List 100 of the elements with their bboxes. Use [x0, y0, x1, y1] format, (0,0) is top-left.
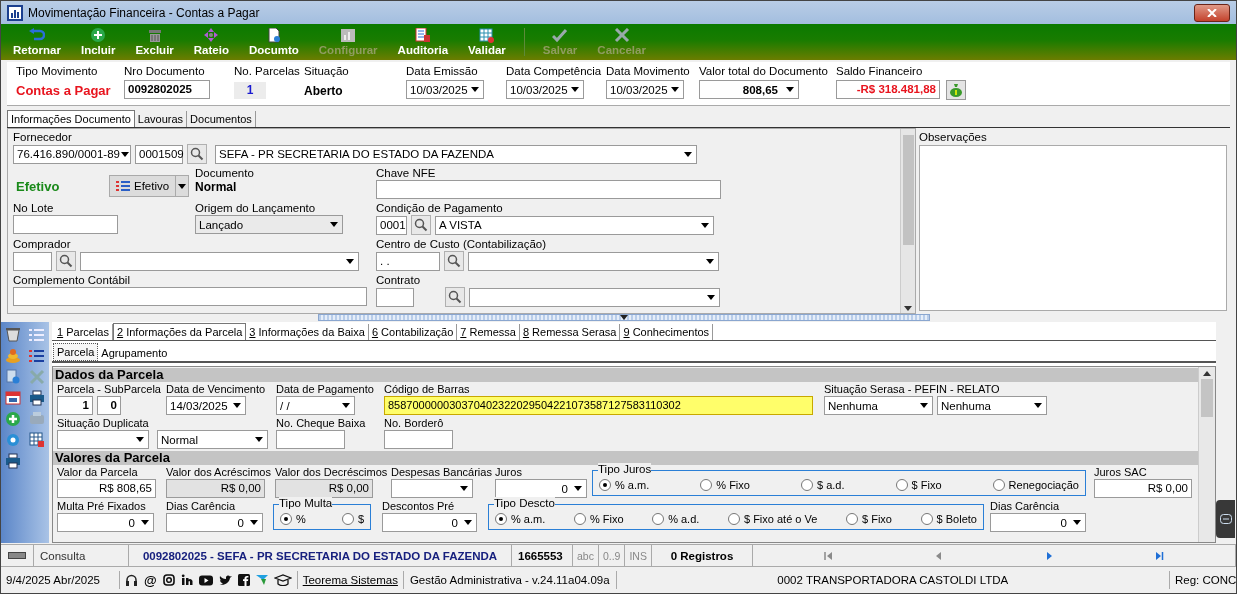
- input-field[interactable]: 0001: [376, 215, 407, 235]
- tab[interactable]: 7 Remessa: [457, 324, 520, 340]
- input-field[interactable]: [13, 251, 52, 271]
- radio-button[interactable]: % Fixo: [700, 479, 750, 491]
- field-label: Contrato: [376, 274, 422, 287]
- input-field[interactable]: [376, 287, 414, 307]
- input-field[interactable]: [276, 430, 345, 449]
- dropdown[interactable]: 10/03/2025: [506, 80, 584, 99]
- search-button[interactable]: [411, 215, 431, 235]
- dropdown[interactable]: 10/03/2025: [606, 80, 684, 99]
- side-button[interactable]: [28, 389, 46, 407]
- search-button[interactable]: [445, 287, 465, 307]
- status-button[interactable]: Efetivo: [109, 175, 177, 197]
- splitter-handle[interactable]: [318, 314, 930, 321]
- dropdown[interactable]: Lançado: [195, 215, 343, 234]
- dropdown[interactable]: [57, 430, 149, 449]
- radio-button[interactable]: % a.m.: [495, 513, 546, 525]
- input-field[interactable]: . .: [376, 251, 440, 271]
- link[interactable]: Teorema Sistemas: [297, 571, 404, 589]
- scrollbar-thumb[interactable]: [902, 135, 914, 245]
- radio-button[interactable]: % Fixo: [573, 513, 624, 525]
- toolbar-button[interactable]: Documto: [240, 24, 307, 60]
- scrollbar-thumb[interactable]: [1201, 379, 1213, 417]
- dropdown[interactable]: 0: [990, 513, 1086, 532]
- radio-button[interactable]: $ Fixo: [846, 513, 892, 525]
- input-field[interactable]: R$ 0,00: [1094, 479, 1192, 498]
- caret-icon: [920, 403, 928, 408]
- dropdown[interactable]: 14/03/2025: [166, 396, 246, 415]
- dropdown[interactable]: 0: [57, 513, 154, 532]
- side-button[interactable]: [4, 326, 22, 344]
- contact-link[interactable]: @: [144, 572, 157, 588]
- dropdown[interactable]: Normal: [157, 430, 268, 449]
- input-field[interactable]: [13, 287, 367, 306]
- dropdown[interactable]: 808,65: [699, 80, 799, 99]
- grid-icon: [29, 432, 45, 448]
- input-field[interactable]: 1: [57, 396, 93, 415]
- dropdown[interactable]: [391, 479, 473, 498]
- dropdown[interactable]: 0: [166, 513, 263, 532]
- scrollbar[interactable]: [1198, 367, 1215, 542]
- tab[interactable]: Documentos: [187, 111, 256, 127]
- dropdown[interactable]: [80, 251, 359, 271]
- toolbar-button[interactable]: Excluir: [127, 24, 182, 60]
- tab[interactable]: Parcela: [53, 343, 99, 361]
- dropdown[interactable]: 10/03/2025: [406, 80, 484, 99]
- toolbar-button[interactable]: Rateio: [185, 24, 237, 60]
- radio-button[interactable]: Renegociação: [992, 479, 1079, 491]
- dropdown[interactable]: SEFA - PR SECRETARIA DO ESTADO DA FAZENDA: [215, 144, 697, 164]
- input-field[interactable]: R$ 808,65: [57, 479, 156, 498]
- field-label: Condição de Pagamento: [376, 202, 504, 215]
- radio-button[interactable]: % a.m.: [599, 479, 650, 491]
- tab[interactable]: 1 Parcelas: [54, 324, 113, 340]
- side-button[interactable]: [4, 452, 22, 470]
- toolbar-button[interactable]: Retornar: [5, 24, 69, 60]
- input-field[interactable]: 858700000030370402322029504221073587127583110302: [384, 396, 813, 415]
- side-button[interactable]: [4, 389, 22, 407]
- dropdown[interactable]: A VISTA: [435, 215, 714, 235]
- close-button[interactable]: [1194, 3, 1230, 22]
- tab[interactable]: Informações Documento: [7, 110, 135, 127]
- dropdown[interactable]: Nenhuma: [824, 396, 933, 415]
- input-field[interactable]: [384, 430, 453, 449]
- radio-button[interactable]: $ Fixo até o Ve: [727, 513, 818, 525]
- tab[interactable]: Agrupamento: [98, 345, 171, 361]
- dropdown[interactable]: 0: [382, 513, 477, 532]
- dropdown[interactable]: 76.416.890/0001-89: [13, 144, 131, 164]
- field-label: Data de Vencimento: [166, 383, 267, 396]
- search-button[interactable]: [187, 144, 207, 164]
- toolbar-button[interactable]: Validar: [460, 24, 514, 60]
- tab[interactable]: 3 Informações da Baixa: [246, 324, 369, 340]
- radio-button[interactable]: $ Fixo: [895, 479, 942, 491]
- field-label: Dias Carência: [166, 500, 237, 513]
- input-field[interactable]: 0092802025: [124, 80, 210, 99]
- toolbar-button[interactable]: Incluir: [72, 24, 124, 60]
- dropdown-button[interactable]: [176, 175, 190, 197]
- dropdown[interactable]: [469, 287, 720, 307]
- search-button[interactable]: [56, 251, 76, 271]
- input-field[interactable]: [376, 180, 721, 199]
- input-field[interactable]: [13, 215, 118, 234]
- tab[interactable]: 9 Conhecimentos: [620, 324, 714, 340]
- radio-button[interactable]: %: [280, 513, 306, 525]
- dropdown[interactable]: 0: [495, 479, 587, 498]
- side-button[interactable]: [28, 347, 46, 365]
- version-text: Gestão Administrativa - v.24.11a04.09a: [403, 571, 617, 589]
- radio-button[interactable]: $ Boleto: [920, 513, 977, 525]
- dropdown[interactable]: [468, 251, 719, 271]
- tab[interactable]: 2 Informações da Parcela: [113, 323, 247, 340]
- tab[interactable]: 8 Remessa Serasa: [519, 324, 621, 340]
- toolbar-button[interactable]: Auditoria: [389, 24, 457, 60]
- balance-button[interactable]: [946, 80, 966, 100]
- scrollbar[interactable]: [900, 129, 915, 313]
- dropdown[interactable]: Nenhuma: [937, 396, 1047, 415]
- radio-button[interactable]: % a.d.: [652, 513, 700, 525]
- input-field[interactable]: 0001509: [135, 144, 183, 164]
- side-button[interactable]: [28, 431, 46, 449]
- tab[interactable]: Lavouras: [134, 111, 188, 127]
- input-field[interactable]: 0: [97, 396, 121, 415]
- radio-button[interactable]: $ a.d.: [801, 479, 845, 491]
- side-tab[interactable]: [1216, 500, 1235, 538]
- dropdown[interactable]: / /: [276, 396, 355, 415]
- search-button[interactable]: [444, 251, 464, 271]
- tab[interactable]: 6 Contabilização: [368, 324, 458, 340]
